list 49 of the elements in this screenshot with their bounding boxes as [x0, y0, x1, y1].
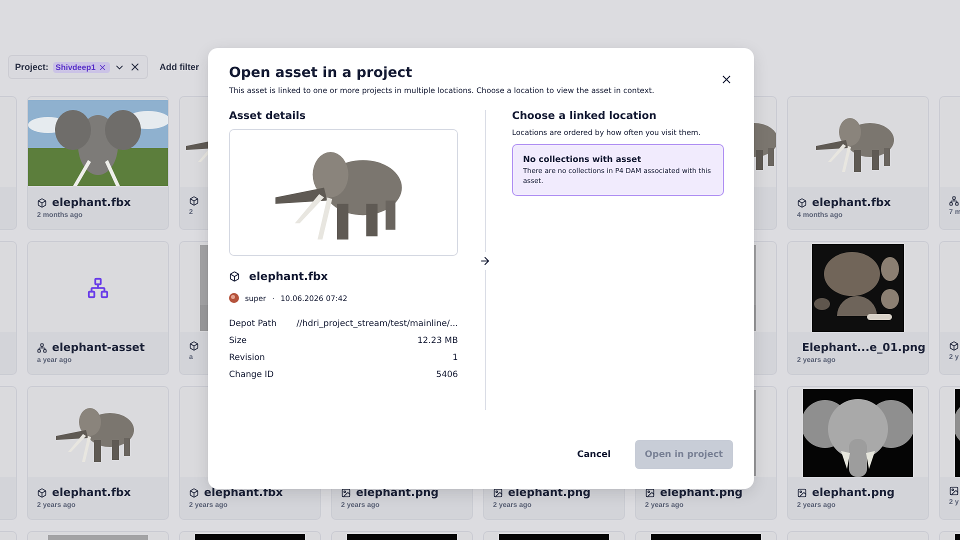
network-icon: [87, 277, 109, 299]
detail-value: 5406: [435, 369, 458, 381]
asset-title: elephant.fbx: [52, 486, 131, 499]
asset-title: elephant.png: [660, 486, 743, 499]
project-tag[interactable]: Shivdeep1: [52, 62, 110, 72]
asset-title: elephant.fbx: [52, 196, 131, 209]
asset-title: elephant-asset: [52, 341, 145, 354]
close-button[interactable]: [720, 73, 733, 86]
asset-title: elephant.fbx: [204, 486, 283, 499]
project-filter[interactable]: Project: Shivdeep1: [8, 55, 148, 79]
asset-title: Elephant...e_01.png: [802, 341, 926, 354]
cancel-button[interactable]: Cancel: [567, 440, 621, 469]
dialog-title: Open asset in a project: [229, 65, 414, 81]
section-heading: Asset details: [229, 110, 307, 122]
image-icon: [797, 488, 807, 498]
network-icon: [949, 196, 959, 206]
image-icon: [341, 488, 351, 498]
cube-icon: [37, 488, 47, 498]
avatar-icon: [229, 293, 239, 303]
asset-title: elephant.png: [508, 486, 591, 499]
cube-icon: [37, 198, 47, 208]
arrow-icon: [479, 255, 491, 267]
image-icon: [949, 486, 959, 496]
callout-title: No collections with asset: [523, 154, 642, 164]
network-icon: [37, 342, 47, 352]
cube-icon: [189, 488, 199, 498]
file-name: elephant.fbx: [249, 270, 328, 283]
detail-value: 1: [452, 352, 458, 364]
filter-label: Project:: [15, 62, 49, 72]
image-icon: [493, 488, 503, 498]
detail-label: Change ID: [229, 369, 275, 381]
cube-icon: [189, 341, 199, 351]
cube-icon: [189, 196, 199, 206]
cube-icon: [949, 341, 959, 351]
section-heading: Choose a linked location: [512, 110, 658, 122]
detail-value: 12.23 MB: [416, 335, 458, 347]
cube-icon: [229, 271, 240, 282]
remove-icon[interactable]: [98, 62, 107, 72]
cube-icon: [797, 198, 807, 208]
detail-label: Depot Path: [229, 318, 277, 330]
asset-title: elephant.fbx: [812, 196, 891, 209]
close-icon[interactable]: [128, 61, 141, 73]
detail-label: Revision: [229, 352, 266, 364]
asset-title: elephant.png: [812, 486, 895, 499]
detail-value: //hdri_project_stream/test/mainline/...: [295, 318, 458, 330]
add-filter-button[interactable]: Add filter: [160, 62, 200, 72]
asset-title: elephant.png: [356, 486, 439, 499]
detail-label: Size: [229, 335, 248, 347]
image-icon: [645, 488, 655, 498]
